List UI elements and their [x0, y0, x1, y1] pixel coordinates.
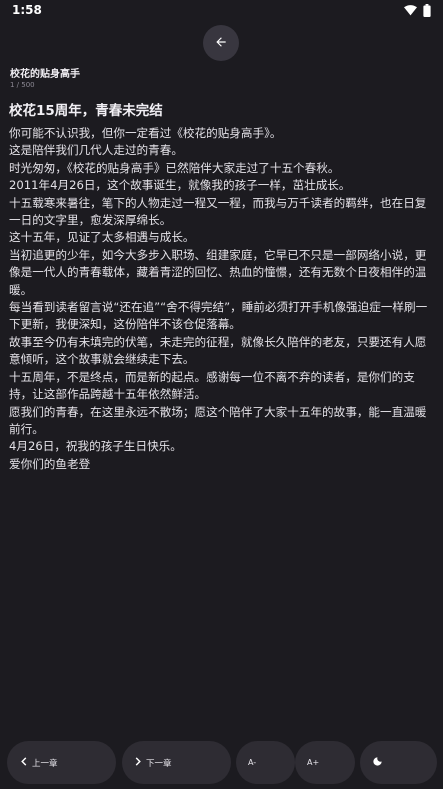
font-decrease-button[interactable]: A-	[236, 741, 295, 784]
chapter-paragraph: 这十五年，见证了太多相遇与成长。	[9, 230, 195, 245]
battery-icon	[423, 3, 431, 17]
chevron-left-icon	[21, 756, 27, 769]
chapter-paragraph: 时光匆匆，《校花的贴身高手》已然陪伴大家走过了十五个春秋。	[9, 160, 340, 175]
chapter-paragraph: 十五周年，不是终点，而是新的起点。感谢每一位不离不弃的读者，是你们的支持，让这部…	[9, 369, 415, 402]
chapter-paragraph: 这是陪伴我们几代人走过的青春。	[9, 143, 183, 158]
chapter-paragraph: 爱你们的鱼老登	[9, 456, 91, 471]
chapter-title: 校花15周年，青春未完结	[9, 103, 163, 119]
status-time: 1:58	[12, 3, 42, 17]
chapter-paragraph: 当初追更的少年，如今大多步入职场、组建家庭，它早已不只是一部网络小说，更像是一代…	[9, 247, 427, 297]
chapter-paragraph: 4月26日，祝我的孩子生日快乐。	[9, 439, 182, 454]
font-increase-label: A+	[307, 758, 320, 767]
chapter-paragraph: 故事至今仍有未填完的伏笔，未走完的征程，就像长久陪伴的老友，只要还有人愿意倾听，…	[9, 334, 427, 367]
font-decrease-label: A-	[248, 758, 257, 767]
wifi-icon	[404, 4, 417, 16]
chapter-body: 你可能不认识我，但你一定看过《校花的贴身高手》。 这是陪伴我们几代人走过的青春。时…	[9, 125, 434, 473]
chapter-paragraph: 愿我们的青春，在这里永远不散场；愿这个陪伴了大家十五年的故事，能一直温暖前行。	[9, 404, 427, 436]
chapter-paragraph: 2011年4月26日，这个故事诞生，就像我的孩子一样，茁壮成长。	[9, 178, 351, 193]
chapter-paragraph: 十五载寒来暑往，笔下的人物走过一程又一程，而我与万千读者的羁绊，也在日复一日的文…	[9, 195, 427, 228]
chapter-paragraph: 你可能不认识我，但你一定看过《校花的贴身高手》。	[9, 126, 282, 140]
status-bar: 1:58	[0, 0, 443, 20]
page-counter: 1 / 500	[10, 81, 35, 89]
chevron-right-icon	[135, 756, 141, 769]
back-button[interactable]	[203, 25, 239, 61]
next-chapter-label: 下一章	[146, 758, 172, 769]
prev-chapter-button[interactable]: 上一章	[7, 741, 116, 784]
prev-chapter-label: 上一章	[32, 758, 58, 769]
moon-icon	[372, 756, 383, 770]
book-title: 校花的贴身高手	[10, 69, 80, 80]
font-increase-button[interactable]: A+	[295, 741, 355, 784]
reader-bottom-bar: 上一章 下一章 A- A+	[0, 741, 443, 785]
theme-toggle-button[interactable]	[360, 741, 437, 784]
chapter-paragraph: 每当看到读者留言说“还在追”“舍不得完结”，睡前必须打开手机像强迫症一样刷一下更…	[9, 300, 428, 332]
next-chapter-button[interactable]: 下一章	[122, 741, 231, 784]
status-icons	[404, 3, 431, 17]
arrow-left-icon	[214, 34, 228, 53]
